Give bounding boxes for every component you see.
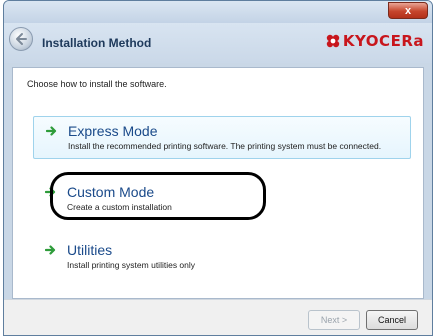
back-arrow-icon [16, 33, 27, 45]
next-button[interactable]: Next > [308, 310, 360, 330]
kyocera-logo-mark-icon [326, 34, 340, 48]
green-arrow-icon [46, 126, 57, 136]
instruction-text: Choose how to install the software. [27, 79, 167, 89]
green-arrow-icon [45, 187, 56, 197]
title-bar: x [4, 1, 432, 23]
option-title: Express Mode [68, 123, 158, 139]
wizard-header: Installation Method KYOCERa [4, 23, 432, 63]
option-title: Custom Mode [67, 184, 155, 200]
close-button[interactable]: x [388, 2, 428, 19]
option-express-mode[interactable]: Express Mode Install the recommended pri… [33, 116, 411, 159]
page-title: Installation Method [42, 36, 152, 50]
brand-name: KYOCERa [342, 32, 424, 50]
cancel-button[interactable]: Cancel [366, 310, 418, 330]
wizard-footer: Next > Cancel [4, 299, 432, 335]
option-title: Utilities [67, 242, 113, 258]
option-description: Install printing system utilities only [67, 260, 196, 270]
option-utilities[interactable]: Utilities Install printing system utilit… [33, 236, 411, 277]
option-description: Install the recommended printing softwar… [68, 141, 382, 151]
content-panel: Choose how to install the software. Expr… [12, 67, 424, 299]
installer-window: x Installation Method KYOCERa Choose how… [3, 0, 433, 336]
option-description: Create a custom installation [67, 202, 172, 212]
kyocera-logo: KYOCERa [325, 32, 424, 50]
back-button[interactable] [9, 27, 33, 51]
option-custom-mode[interactable]: Custom Mode Create a custom installation [33, 178, 411, 219]
green-arrow-icon [45, 245, 56, 255]
